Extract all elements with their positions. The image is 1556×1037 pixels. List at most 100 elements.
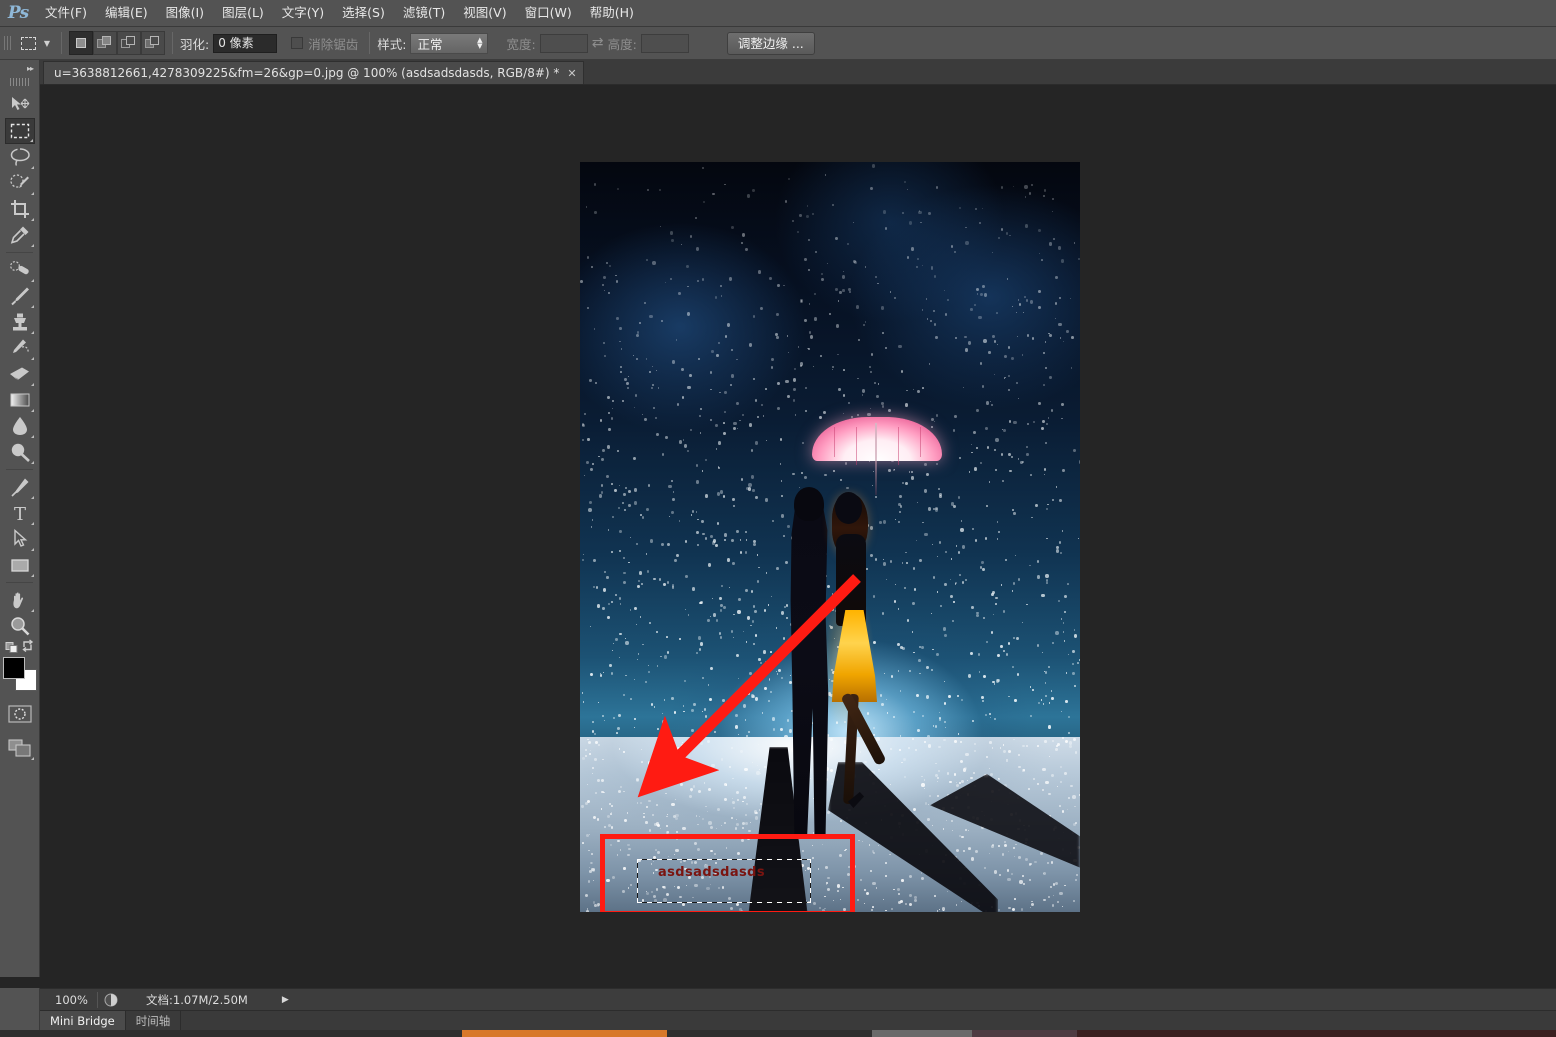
color-controls bbox=[5, 639, 35, 653]
document-tab[interactable]: u=3638812661,4278309225&fm=26&gp=0.jpg @… bbox=[43, 61, 584, 84]
taskbar-item[interactable] bbox=[0, 1030, 462, 1037]
eyedropper-tool[interactable] bbox=[5, 222, 35, 248]
menu-view[interactable]: 视图(V) bbox=[454, 2, 515, 24]
menu-file[interactable]: 文件(F) bbox=[36, 2, 96, 24]
feather-input[interactable]: 0 像素 bbox=[213, 34, 277, 53]
spot-healing-brush-tool[interactable] bbox=[5, 257, 35, 283]
menu-layer[interactable]: 图层(L) bbox=[213, 2, 273, 24]
menu-select[interactable]: 选择(S) bbox=[333, 2, 394, 24]
style-label: 样式: bbox=[377, 34, 406, 53]
flyout-triangle-icon bbox=[31, 574, 34, 577]
rectangular-marquee-tool[interactable] bbox=[5, 118, 35, 144]
brush-tool[interactable] bbox=[5, 283, 35, 309]
divider bbox=[6, 469, 33, 470]
tools-panel: ▸▸ bbox=[0, 60, 40, 977]
taskbar-item[interactable] bbox=[667, 1030, 872, 1037]
document-image[interactable]: asdsadsdasds bbox=[580, 162, 1080, 912]
rectangular-marquee-icon[interactable] bbox=[16, 31, 40, 55]
blur-tool[interactable] bbox=[5, 413, 35, 439]
style-select[interactable]: 正常 ▲▼ bbox=[410, 33, 488, 54]
photoshop-window: Ps 文件(F)编辑(E)图像(I)图层(L)文字(Y)选择(S)滤镜(T)视图… bbox=[0, 0, 1556, 1037]
add-to-selection-button[interactable] bbox=[93, 31, 117, 55]
clone-stamp-tool[interactable] bbox=[5, 309, 35, 335]
horizontal-type-tool[interactable]: T bbox=[5, 500, 35, 526]
rectangle-tool[interactable] bbox=[5, 552, 35, 578]
feather-label: 羽化: bbox=[180, 34, 209, 53]
color-swatches[interactable] bbox=[3, 657, 37, 691]
bottom-panel-tabs: Mini Bridge 时间轴 bbox=[40, 1010, 1556, 1030]
taskbar-item[interactable] bbox=[972, 1030, 1077, 1037]
document-tab-bar: u=3638812661,4278309225&fm=26&gp=0.jpg @… bbox=[40, 60, 1556, 85]
flyout-triangle-icon bbox=[31, 522, 34, 525]
refine-edge-button[interactable]: 调整边缘 ... bbox=[727, 32, 815, 55]
select-arrows-icon: ▲▼ bbox=[477, 37, 482, 49]
tools-panel-grip[interactable] bbox=[10, 76, 29, 88]
taskbar-item[interactable] bbox=[872, 1030, 972, 1037]
pink-umbrella bbox=[812, 417, 942, 461]
gradient-tool[interactable] bbox=[5, 387, 35, 413]
quick-mask-icon[interactable] bbox=[5, 701, 35, 727]
expand-arrow-icon[interactable]: ▶ bbox=[282, 995, 289, 1005]
close-icon[interactable]: ✕ bbox=[567, 67, 576, 80]
tab-timeline[interactable]: 时间轴 bbox=[126, 1011, 182, 1031]
intersect-with-selection-button[interactable] bbox=[141, 31, 165, 55]
lasso-tool[interactable] bbox=[5, 144, 35, 170]
height-label: 高度: bbox=[608, 34, 637, 53]
width-input[interactable] bbox=[540, 34, 588, 53]
pen-tool[interactable] bbox=[5, 474, 35, 500]
eraser-tool[interactable] bbox=[5, 361, 35, 387]
flyout-triangle-icon bbox=[31, 166, 34, 169]
antialias-checkbox[interactable] bbox=[291, 37, 303, 49]
svg-text:T: T bbox=[13, 504, 25, 523]
dodge-tool[interactable] bbox=[5, 439, 35, 465]
options-bar: ▼ 羽化: 0 像素 消除锯齿 样式: 正常 ▲ bbox=[0, 27, 1556, 60]
flyout-triangle-icon bbox=[31, 244, 34, 247]
canvas-area[interactable]: asdsadsdasds bbox=[40, 85, 1556, 988]
flyout-triangle-icon bbox=[31, 383, 34, 386]
new-selection-button[interactable] bbox=[69, 31, 93, 55]
history-brush-tool[interactable] bbox=[5, 335, 35, 361]
zoom-tool[interactable] bbox=[5, 613, 35, 639]
height-input[interactable] bbox=[641, 34, 689, 53]
menu-filter[interactable]: 滤镜(T) bbox=[394, 2, 454, 24]
divider bbox=[369, 32, 370, 54]
flyout-triangle-icon bbox=[31, 461, 34, 464]
flyout-triangle-icon bbox=[31, 609, 34, 612]
menu-image[interactable]: 图像(I) bbox=[157, 2, 213, 24]
quick-selection-tool[interactable] bbox=[5, 170, 35, 196]
flyout-triangle-icon bbox=[31, 435, 34, 438]
menu-edit[interactable]: 编辑(E) bbox=[96, 2, 157, 24]
selected-text-layer: asdsadsdasds bbox=[658, 865, 788, 880]
os-taskbar[interactable] bbox=[0, 1030, 1556, 1037]
document-tab-title: u=3638812661,4278309225&fm=26&gp=0.jpg @… bbox=[54, 66, 559, 80]
selection-mode-group bbox=[69, 31, 165, 55]
swap-colors-icon bbox=[23, 640, 32, 652]
flyout-triangle-icon bbox=[31, 192, 34, 195]
menu-help[interactable]: 帮助(H) bbox=[581, 2, 643, 24]
document-proxy-icon[interactable] bbox=[98, 989, 124, 1011]
menu-type[interactable]: 文字(Y) bbox=[273, 2, 333, 24]
screen-mode-icon[interactable] bbox=[5, 735, 35, 761]
tool-preset-chevron-down-icon[interactable]: ▼ bbox=[40, 32, 54, 54]
status-bar: 100% 文档:1.07M/2.50M ▶ bbox=[40, 988, 1556, 1010]
tab-mini-bridge[interactable]: Mini Bridge bbox=[40, 1011, 126, 1031]
taskbar-item[interactable] bbox=[462, 1030, 667, 1037]
options-bar-grip[interactable] bbox=[4, 32, 12, 54]
style-select-value: 正常 bbox=[417, 34, 442, 53]
zoom-level-field[interactable]: 100% bbox=[46, 992, 98, 1008]
hand-tool[interactable] bbox=[5, 587, 35, 613]
collapse-panel-icon[interactable]: ▸▸ bbox=[0, 60, 39, 76]
menu-window[interactable]: 窗口(W) bbox=[516, 2, 581, 24]
flyout-triangle-icon bbox=[31, 279, 34, 282]
path-selection-tool[interactable] bbox=[5, 526, 35, 552]
subtract-from-selection-button[interactable] bbox=[117, 31, 141, 55]
foreground-color-swatch[interactable] bbox=[3, 657, 25, 679]
move-tool[interactable] bbox=[5, 92, 35, 118]
taskbar-item[interactable] bbox=[1077, 1030, 1556, 1037]
photoshop-logo: Ps bbox=[0, 0, 36, 27]
divider bbox=[172, 32, 173, 54]
swap-arrows-icon[interactable]: ⇄ bbox=[588, 35, 608, 51]
crop-tool[interactable] bbox=[5, 196, 35, 222]
flyout-triangle-icon bbox=[31, 331, 34, 334]
toolbar-bottom-spacer bbox=[0, 988, 40, 1030]
